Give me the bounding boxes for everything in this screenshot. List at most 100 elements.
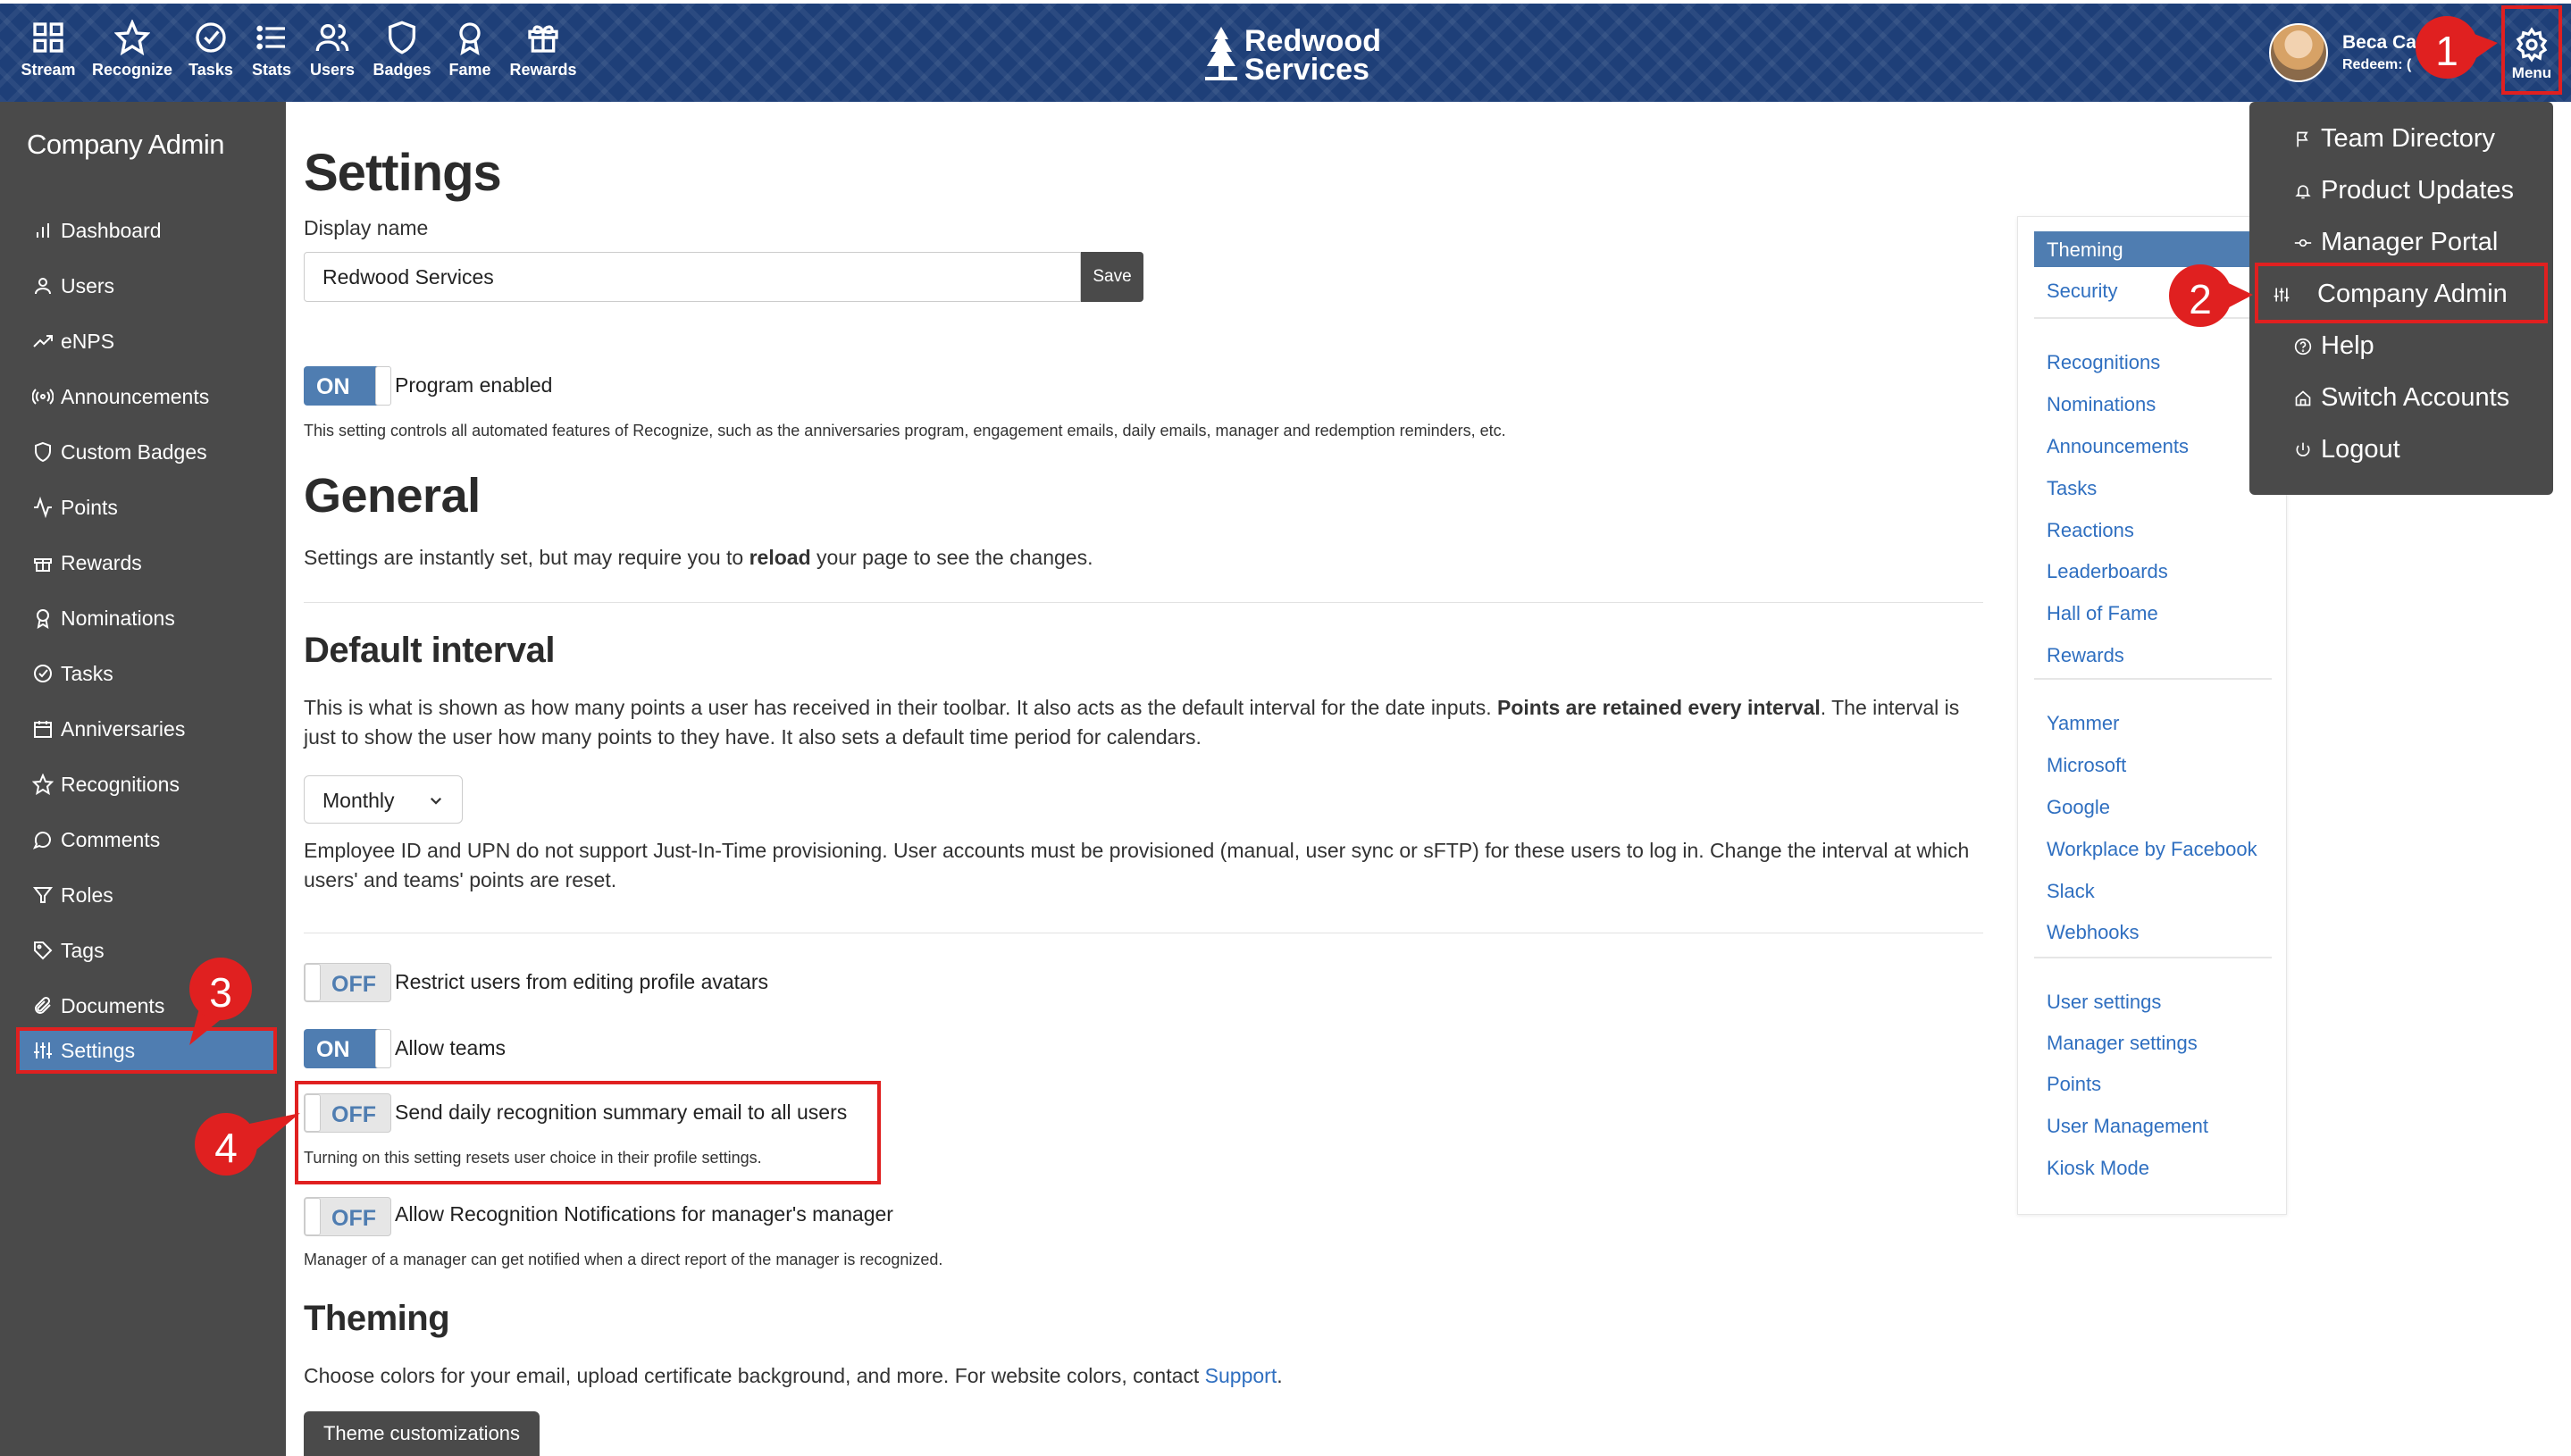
tree-icon [1205,27,1237,80]
divider [304,602,1983,603]
sidebar-item-roles[interactable]: Roles [16,872,277,918]
users-icon [315,24,349,52]
sidebar-item-label: Anniversaries [61,717,186,741]
sidebar-item-label: Settings [61,1039,136,1062]
managers-manager-description: Manager of a manager can get notified wh… [304,1251,943,1268]
support-link[interactable]: Support [1205,1364,1277,1387]
daily-summary-label: Send daily recognition summary email to … [395,1100,848,1124]
sidebar-item-settings[interactable]: Settings [16,1027,277,1074]
sidebar-item-rewards[interactable]: Rewards [16,540,277,586]
program-enabled-label: Program enabled [395,373,553,397]
allow-teams-toggle[interactable]: ON [304,1029,391,1068]
menu-item-switch-accounts[interactable]: Switch Accounts [2258,373,2544,423]
nav-rewards[interactable]: Rewards [498,16,588,96]
sidebar-item-recognitions[interactable]: Recognitions [16,761,277,807]
theming-description: Choose colors for your email, upload cer… [304,1364,1283,1387]
sidebar-item-label: eNPS [61,330,115,353]
commit-icon [2294,238,2312,247]
admin-sidebar: Company Admin Dashboard Users eNPS Annou… [0,102,286,1456]
menu-item-manager-portal[interactable]: Manager Portal [2258,218,2544,268]
menu-item-help[interactable]: Help [2258,322,2544,372]
section-link-nominations[interactable]: Nominations [2034,386,2272,422]
user-name: Beca Ca [2342,32,2416,53]
section-link-workplace[interactable]: Workplace by Facebook [2034,831,2272,866]
sidebar-item-label: Custom Badges [61,440,207,464]
gear-icon [2516,27,2548,63]
sidebar-item-label: Users [61,274,115,297]
interval-select[interactable]: Monthly [304,775,463,824]
section-link-manager-settings[interactable]: Manager settings [2034,1025,2272,1060]
shield-icon [389,21,415,54]
section-link-yammer[interactable]: Yammer [2034,705,2272,741]
section-link-rewards[interactable]: Rewards [2034,637,2272,673]
top-navigation-bar: Stream Recognize Tasks Stats Users Badge… [0,0,2571,102]
settings-section-nav: Theming Security Recognitions Nomination… [2017,216,2287,1215]
sidebar-item-anniversaries[interactable]: Anniversaries [16,706,277,752]
avatar[interactable] [2269,23,2328,82]
toggle-knob [305,1198,321,1235]
sidebar-item-users[interactable]: Users [16,263,277,309]
section-link-points[interactable]: Points [2034,1066,2272,1101]
tag-icon [34,941,53,960]
display-name-input[interactable] [304,252,1081,302]
display-name-label: Display name [304,216,429,239]
toggle-knob [375,1029,391,1068]
sidebar-item-label: Dashboard [61,219,162,242]
daily-summary-toggle[interactable]: OFF [304,1093,391,1133]
section-link-reactions[interactable]: Reactions [2034,512,2272,548]
restrict-avatars-toggle[interactable]: OFF [304,963,391,1002]
section-link-user-settings[interactable]: User settings [2034,983,2272,1019]
user-profile[interactable]: Beca Ca Redeem: ( [2269,23,2416,88]
program-enabled-toggle[interactable]: ON [304,366,391,406]
section-link-webhooks[interactable]: Webhooks [2034,914,2272,950]
sidebar-item-enps[interactable]: eNPS [16,318,277,364]
section-link-announcements[interactable]: Announcements [2034,428,2272,464]
section-link-tasks[interactable]: Tasks [2034,470,2272,506]
section-link-user-management[interactable]: User Management [2034,1108,2272,1143]
sidebar-item-custom-badges[interactable]: Custom Badges [16,429,277,475]
section-link-theming[interactable]: Theming [2034,231,2272,267]
gift-icon [528,25,558,53]
toggle-state: OFF [331,1206,376,1231]
section-link-hall-of-fame[interactable]: Hall of Fame [2034,595,2272,631]
toggle-knob [305,964,321,1001]
default-interval-heading: Default interval [304,631,555,670]
callout-marker-1: 1 [2416,16,2498,79]
nav-stream[interactable]: Stream [4,16,93,96]
nav-recognize[interactable]: Recognize [88,16,177,96]
section-link-leaderboards[interactable]: Leaderboards [2034,553,2272,589]
managers-manager-label: Allow Recognition Notifications for mana… [395,1202,893,1226]
theme-customizations-button[interactable]: Theme customizations [304,1411,540,1456]
menu-item-product-updates[interactable]: Product Updates [2258,166,2544,216]
default-interval-description: This is what is shown as how many points… [304,696,1960,749]
calendar-icon [34,721,52,738]
menu-item-team-directory[interactable]: Team Directory [2258,114,2544,164]
sidebar-item-points[interactable]: Points [16,484,277,531]
star-icon [114,20,150,55]
menu-item-company-admin[interactable]: Company Admin [2255,263,2548,323]
activity-icon [34,497,52,518]
sidebar-item-comments[interactable]: Comments [16,816,277,863]
menu-item-logout[interactable]: Logout [2258,425,2544,475]
section-link-microsoft[interactable]: Microsoft [2034,747,2272,782]
paperclip-icon [35,996,51,1014]
sidebar-item-dashboard[interactable]: Dashboard [16,207,277,254]
section-link-google[interactable]: Google [2034,789,2272,824]
section-link-recognitions[interactable]: Recognitions [2034,344,2272,380]
section-link-kiosk-mode[interactable]: Kiosk Mode [2034,1150,2272,1185]
save-button[interactable]: Save [1081,252,1143,302]
theming-heading: Theming [304,1299,450,1338]
brand-logo[interactable]: Redwood Services [1202,23,1381,86]
daily-summary-description: Turning on this setting resets user choi… [304,1149,762,1167]
interval-selected-value: Monthly [322,789,395,812]
managers-manager-toggle[interactable]: OFF [304,1197,391,1236]
sidebar-item-nominations[interactable]: Nominations [16,595,277,641]
divider [2034,317,2272,319]
menu-button[interactable]: Menu [2501,5,2562,95]
sidebar-item-announcements[interactable]: Announcements [16,373,277,420]
interval-note: Employee ID and UPN do not support Just-… [304,839,1970,891]
section-link-slack[interactable]: Slack [2034,873,2272,908]
sidebar-item-label: Rewards [61,551,142,574]
nav-label: Stream [21,61,76,79]
sidebar-item-tasks[interactable]: Tasks [16,650,277,697]
